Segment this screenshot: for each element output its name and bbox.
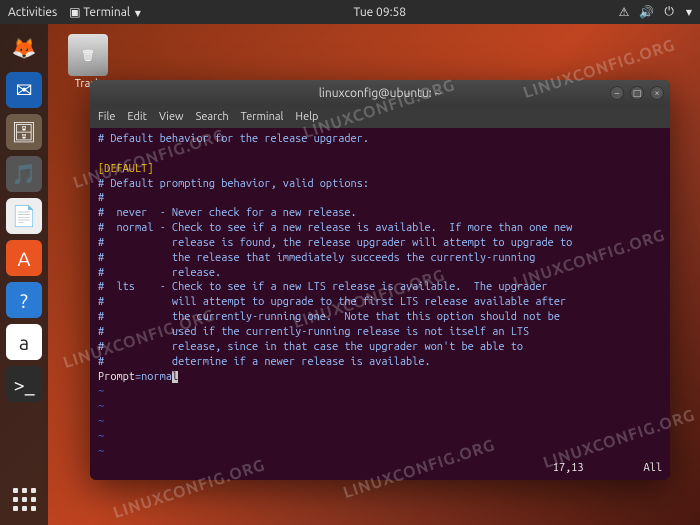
terminal-content[interactable]: # Default behavior for the release upgra… <box>90 128 670 462</box>
network-icon[interactable]: ⚠ <box>619 5 630 19</box>
window-titlebar[interactable]: linuxconfig@ubuntu: ~ – □ × <box>90 80 670 106</box>
menu-view[interactable]: View <box>159 111 184 123</box>
dock: 🦊 ✉ 🗄 🎵 📄 A? a >_ <box>0 24 48 525</box>
volume-icon[interactable]: 🔊 <box>639 5 654 19</box>
close-button[interactable]: × <box>650 86 664 100</box>
firefox-icon[interactable]: 🦊 <box>6 30 42 66</box>
scroll-indicator: All <box>644 462 662 478</box>
help-icon[interactable]: ? <box>6 282 42 318</box>
minimize-button[interactable]: – <box>610 86 624 100</box>
terminal-window: linuxconfig@ubuntu: ~ – □ × File Edit View… <box>90 80 670 480</box>
thunderbird-icon[interactable]: ✉ <box>6 72 42 108</box>
app-menu-label: Terminal <box>83 6 130 19</box>
show-applications-button[interactable] <box>6 481 42 517</box>
clock[interactable]: Tue 09:58 <box>353 6 406 19</box>
menu-file[interactable]: File <box>98 111 115 123</box>
terminal-indicator-icon: ▣ <box>69 6 83 19</box>
app-menu[interactable]: ▣ Terminal ▼ <box>69 5 141 19</box>
activities-button[interactable]: Activities <box>8 6 57 19</box>
menu-edit[interactable]: Edit <box>127 111 147 123</box>
vim-statusbar: 17,13 All <box>90 462 670 480</box>
files-icon[interactable]: 🗄 <box>6 114 42 150</box>
software-icon[interactable]: A <box>6 240 42 276</box>
chevron-down-icon[interactable]: ▼ <box>686 8 692 17</box>
amazon-icon[interactable]: a <box>6 324 42 360</box>
terminal-icon[interactable]: >_ <box>6 366 42 402</box>
rhythmbox-icon[interactable]: 🎵 <box>6 156 42 192</box>
trash-icon: 🗑 <box>68 34 108 76</box>
menu-help[interactable]: Help <box>295 111 318 123</box>
window-title: linuxconfig@ubuntu: ~ <box>319 87 441 100</box>
terminal-menubar: File Edit View Search Terminal Help <box>90 106 670 128</box>
menu-terminal[interactable]: Terminal <box>241 111 284 123</box>
power-icon[interactable]: ⏻ <box>664 5 674 19</box>
gnome-top-bar: Activities ▣ Terminal ▼ Tue 09:58 ⚠ 🔊 ⏻ … <box>0 0 700 24</box>
menu-search[interactable]: Search <box>196 111 229 123</box>
maximize-button[interactable]: □ <box>630 86 644 100</box>
cursor-position: 17,13 <box>553 462 584 478</box>
libreoffice-icon[interactable]: 📄 <box>6 198 42 234</box>
